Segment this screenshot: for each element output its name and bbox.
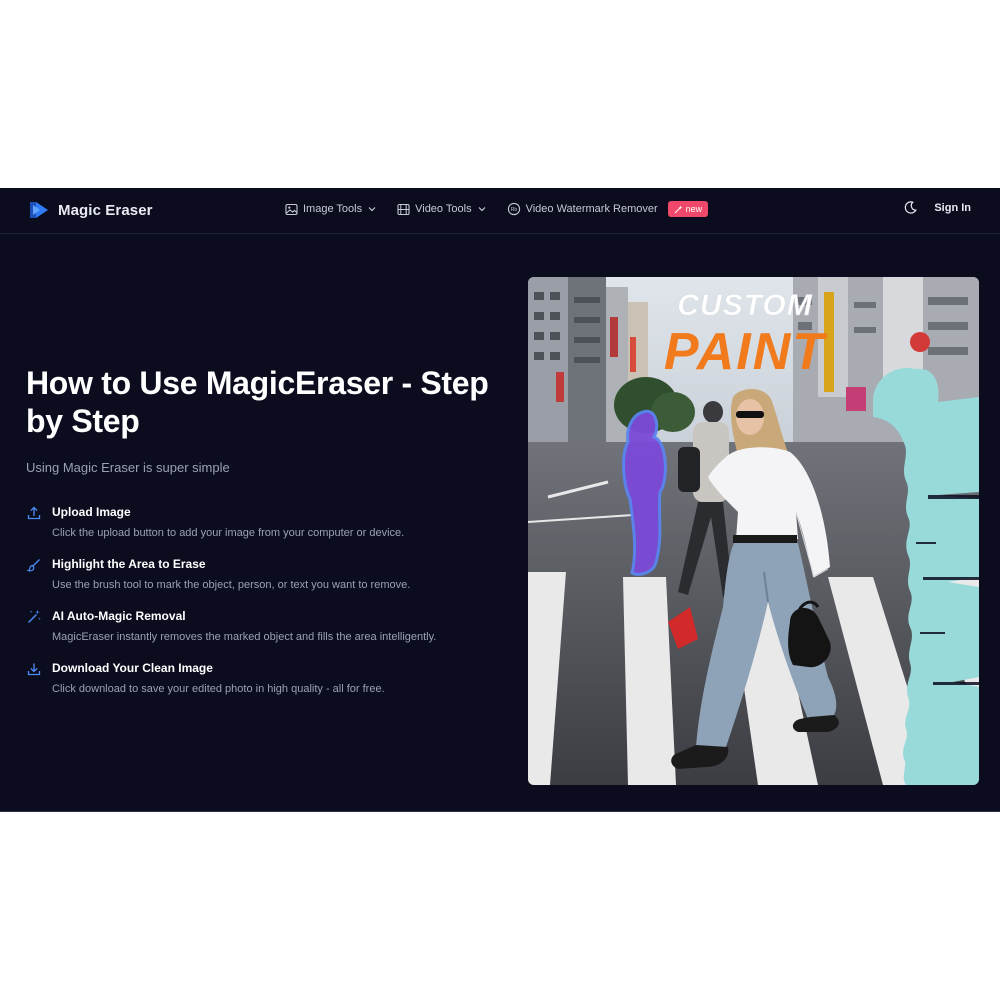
film-icon — [397, 203, 410, 215]
step-item: Upload Image Click the upload button to … — [26, 504, 486, 556]
step-description: Use the brush tool to mark the object, p… — [52, 579, 411, 591]
brush-icon — [26, 559, 40, 572]
step-description: Click download to save your edited photo… — [52, 683, 385, 695]
chevron-down-icon — [478, 207, 486, 212]
brand-logo-link[interactable]: Magic Eraser — [28, 199, 153, 221]
upload-icon — [27, 506, 41, 520]
watermark-remover-link[interactable]: Rb Video Watermark Remover new — [507, 201, 709, 217]
step-item: AI Auto-Magic Removal MagicEraser instan… — [26, 608, 486, 660]
moon-icon[interactable] — [903, 200, 918, 215]
steps-list: Upload Image Click the upload button to … — [26, 504, 486, 712]
sign-in-button[interactable]: Sign In — [934, 202, 971, 214]
main-menu: Image Tools Video Tools Rb Video Waterma… — [285, 201, 728, 217]
step-description: Click the upload button to add your imag… — [52, 527, 405, 539]
page-subtitle: Using Magic Eraser is super simple — [26, 460, 230, 475]
section-divider — [0, 811, 1000, 812]
new-badge: new — [667, 201, 709, 217]
svg-text:Rb: Rb — [510, 207, 517, 213]
step-item: Highlight the Area to Erase Use the brus… — [26, 556, 486, 608]
video-tools-label: Video Tools — [415, 203, 472, 215]
watermark-remover-label: Video Watermark Remover — [525, 203, 658, 215]
top-nav: Magic Eraser Image Tools Video Tools Rb … — [0, 188, 1000, 234]
sign-custom-text: CUSTOM — [677, 289, 812, 322]
download-icon — [27, 663, 41, 676]
video-tools-menu[interactable]: Video Tools — [397, 203, 486, 216]
demo-image: CUSTOM PAINT — [528, 277, 979, 785]
brand-name: Magic Eraser — [58, 201, 153, 219]
magic-wand-icon — [28, 610, 41, 623]
new-badge-label: new — [685, 204, 703, 214]
magic-eraser-logo-icon — [30, 202, 48, 218]
page-title: How to Use MagicEraser - Step by Step — [26, 365, 489, 439]
watermark-icon: Rb — [507, 202, 520, 216]
street-scene-illustration: CUSTOM PAINT — [528, 277, 979, 785]
step-title: AI Auto-Magic Removal — [52, 609, 186, 623]
step-description: MagicEraser instantly removes the marked… — [52, 631, 437, 643]
sign-paint-text: PAINT — [664, 323, 828, 381]
app-window: Magic Eraser Image Tools Video Tools Rb … — [0, 188, 1000, 812]
chevron-down-icon — [368, 207, 376, 212]
sparkle-icon — [674, 205, 683, 213]
step-title: Highlight the Area to Erase — [52, 557, 206, 571]
step-title: Upload Image — [52, 505, 131, 519]
step-item: Download Your Clean Image Click download… — [26, 660, 486, 712]
image-icon — [285, 203, 298, 215]
nav-actions: Sign In — [903, 200, 971, 215]
image-tools-menu[interactable]: Image Tools — [285, 203, 377, 216]
image-tools-label: Image Tools — [303, 203, 363, 215]
step-title: Download Your Clean Image — [52, 661, 213, 675]
